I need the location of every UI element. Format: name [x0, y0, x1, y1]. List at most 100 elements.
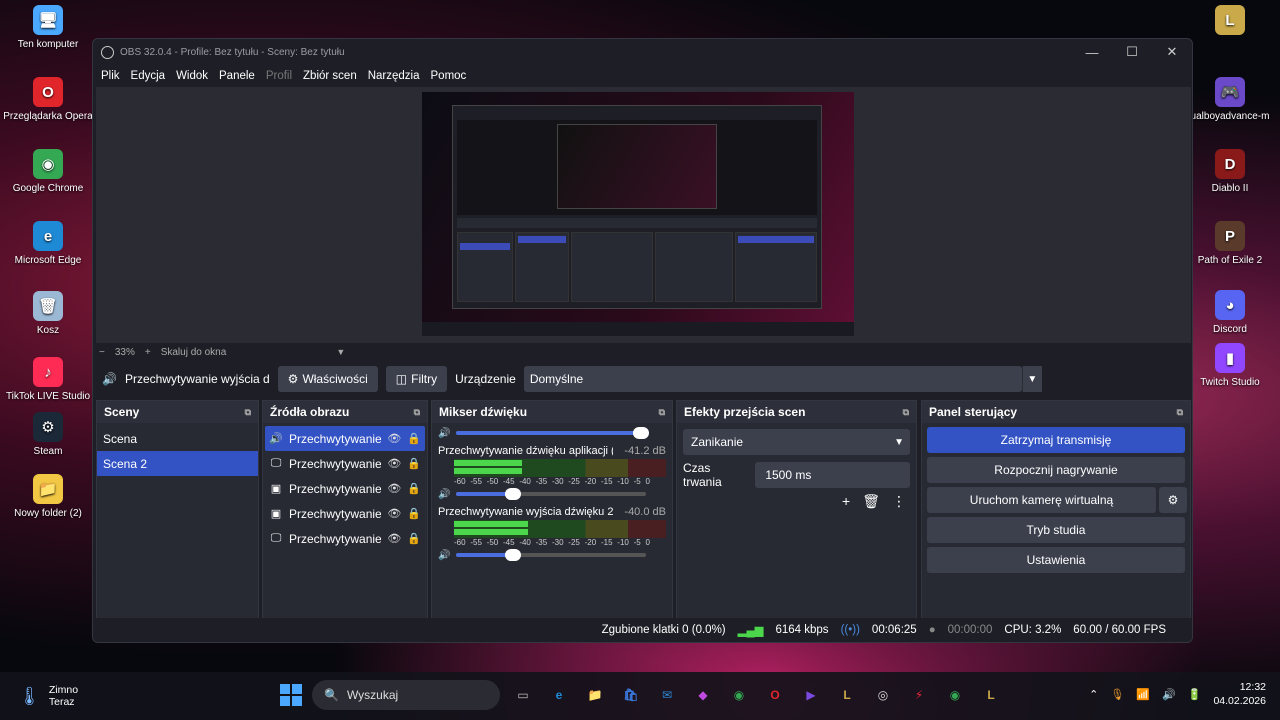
taskbar-search[interactable]: 🔍 Wyszukaj: [312, 680, 500, 710]
scene-item[interactable]: Scena: [97, 426, 258, 451]
volume-icon[interactable]: 🔊: [1162, 688, 1176, 701]
desktop-icon[interactable]: ▮ Twitch Studio: [1180, 343, 1280, 388]
eye-icon[interactable]: 👁: [387, 457, 401, 470]
desktop-icon[interactable]: P Path of Exile 2: [1180, 221, 1280, 266]
source-item[interactable]: 🖵 Przechwytywanie 👁 🔒: [265, 451, 425, 476]
edge-icon[interactable]: e: [546, 682, 572, 708]
desktop-icon[interactable]: D Diablo II: [1180, 149, 1280, 194]
undock-icon[interactable]: ⧉: [1177, 407, 1183, 418]
chevron-up-icon[interactable]: ⌃: [1089, 688, 1098, 701]
speaker-icon[interactable]: 🔊: [438, 428, 450, 439]
stop-stream-button[interactable]: Zatrzymaj transmisję: [927, 427, 1185, 453]
eye-icon[interactable]: 👁: [387, 482, 401, 495]
desktop-icon[interactable]: 📁 Nowy folder (2): [0, 474, 96, 519]
volume-slider[interactable]: [456, 549, 647, 561]
preview-area[interactable]: [96, 87, 1191, 343]
speaker-icon[interactable]: 🔊: [438, 489, 450, 500]
maximize-button[interactable]: ☐: [1112, 44, 1152, 60]
m365-icon[interactable]: ◆: [690, 682, 716, 708]
volume-knob[interactable]: [505, 488, 522, 500]
store-icon[interactable]: 🛍: [618, 682, 644, 708]
zoom-dropdown-icon[interactable]: ▼: [336, 347, 345, 357]
eye-icon[interactable]: 👁: [387, 532, 401, 545]
device-select[interactable]: Domyślne: [523, 366, 1022, 392]
menu-edit[interactable]: Edycja: [131, 70, 166, 82]
mail-icon[interactable]: ✉: [654, 682, 680, 708]
windows-start-icon[interactable]: [280, 684, 302, 706]
league-icon[interactable]: L: [834, 682, 860, 708]
zoom-out-button[interactable]: −: [99, 347, 105, 358]
speaker-icon[interactable]: 🔊: [438, 550, 450, 561]
source-item[interactable]: ▣ Przechwytywanie 👁 🔒: [265, 501, 425, 526]
properties-button[interactable]: ⚙ Właściwości: [277, 366, 378, 392]
opera-icon[interactable]: O: [762, 682, 788, 708]
zoom-in-button[interactable]: +: [145, 347, 151, 358]
menu-profile[interactable]: Profil: [266, 70, 292, 82]
duration-input[interactable]: 1500 ms: [755, 462, 910, 488]
desktop-icon[interactable]: ◉ Google Chrome: [0, 149, 96, 194]
thunder-icon[interactable]: ⚡: [906, 682, 932, 708]
add-transition-icon[interactable]: +: [842, 493, 850, 510]
meter-fill: [454, 468, 522, 474]
lock-icon[interactable]: 🔒: [407, 507, 421, 520]
start-recording-button[interactable]: Rozpocznij nagrywanie: [927, 457, 1185, 483]
filters-button[interactable]: ◫ Filtry: [385, 366, 448, 392]
explorer-icon[interactable]: 📁: [582, 682, 608, 708]
wifi-icon[interactable]: 📶: [1136, 688, 1150, 701]
menu-help[interactable]: Pomoc: [431, 70, 467, 82]
lock-icon[interactable]: 🔒: [407, 532, 421, 545]
settings-button[interactable]: Ustawienia: [927, 547, 1185, 573]
desktop-icon[interactable]: 🖥 Ten komputer: [0, 5, 96, 50]
desktop-icon[interactable]: e Microsoft Edge: [0, 221, 96, 266]
source-item[interactable]: ▣ Przechwytywanie 👁 🔒: [265, 476, 425, 501]
desktop-icon[interactable]: L: [1180, 5, 1280, 39]
desktop-icon[interactable]: 🎮 ualboyadvance-m: [1180, 77, 1280, 122]
transition-menu-icon[interactable]: ⋮: [892, 493, 906, 510]
minimize-button[interactable]: —: [1072, 45, 1112, 60]
weather-widget[interactable]: 🌡 Zimno Teraz: [18, 684, 78, 708]
clipchamp-icon[interactable]: ▶: [798, 682, 824, 708]
menu-tools[interactable]: Narzędzia: [368, 70, 420, 82]
task-view-icon[interactable]: ▭: [510, 682, 536, 708]
desktop-icon[interactable]: ◕ Discord: [1180, 290, 1280, 335]
zoom-fit[interactable]: Skaluj do okna: [161, 347, 227, 358]
undock-icon[interactable]: ⧉: [659, 407, 665, 418]
volume-slider[interactable]: [456, 427, 649, 439]
volume-knob[interactable]: [505, 549, 522, 561]
undock-icon[interactable]: ⧉: [414, 407, 420, 418]
desktop-icon[interactable]: 🗑 Kosz: [0, 291, 96, 336]
close-button[interactable]: ✕: [1152, 44, 1192, 60]
source-item[interactable]: 🖵 Przechwytywanie 👁 🔒: [265, 526, 425, 551]
chrome-profile-icon[interactable]: ◉: [942, 682, 968, 708]
menu-scene-collection[interactable]: Zbiór scen: [303, 70, 357, 82]
eye-icon[interactable]: 👁: [387, 507, 401, 520]
eye-icon[interactable]: 👁: [387, 432, 401, 445]
desktop-icon[interactable]: O Przeglądarka Opera: [0, 77, 96, 122]
transition-select[interactable]: Zanikanie ▼: [683, 429, 910, 455]
obs-icon[interactable]: ◎: [870, 682, 896, 708]
chevron-down-icon[interactable]: ▼: [1021, 366, 1042, 392]
scene-item-selected[interactable]: Scena 2: [97, 451, 258, 476]
volume-slider[interactable]: [456, 488, 647, 500]
source-item[interactable]: 🔊 Przechwytywanie 👁 🔒: [265, 426, 425, 451]
undock-icon[interactable]: ⧉: [245, 407, 251, 418]
chrome-icon[interactable]: ◉: [726, 682, 752, 708]
battery-icon[interactable]: 🔋: [1188, 688, 1202, 701]
remove-transition-icon[interactable]: 🗑: [862, 493, 880, 510]
menu-file[interactable]: Plik: [101, 70, 120, 82]
microphone-icon[interactable]: 🎙: [1110, 688, 1124, 701]
lock-icon[interactable]: 🔒: [407, 482, 421, 495]
lock-icon[interactable]: 🔒: [407, 457, 421, 470]
virtual-cam-button[interactable]: Uruchom kamerę wirtualną: [927, 487, 1156, 513]
menu-docks[interactable]: Panele: [219, 70, 255, 82]
clock[interactable]: 12:32 04.02.2026: [1213, 680, 1266, 708]
gear-icon[interactable]: ⚙: [1159, 487, 1187, 513]
desktop-icon[interactable]: ⚙ Steam: [0, 412, 96, 457]
volume-knob[interactable]: [632, 427, 649, 439]
menu-view[interactable]: Widok: [176, 70, 208, 82]
desktop-icon[interactable]: ♪ TikTok LIVE Studio: [0, 357, 96, 402]
undock-icon[interactable]: ⧉: [903, 407, 909, 418]
league-client-icon[interactable]: L: [978, 682, 1004, 708]
lock-icon[interactable]: 🔒: [407, 432, 421, 445]
studio-mode-button[interactable]: Tryb studia: [927, 517, 1185, 543]
